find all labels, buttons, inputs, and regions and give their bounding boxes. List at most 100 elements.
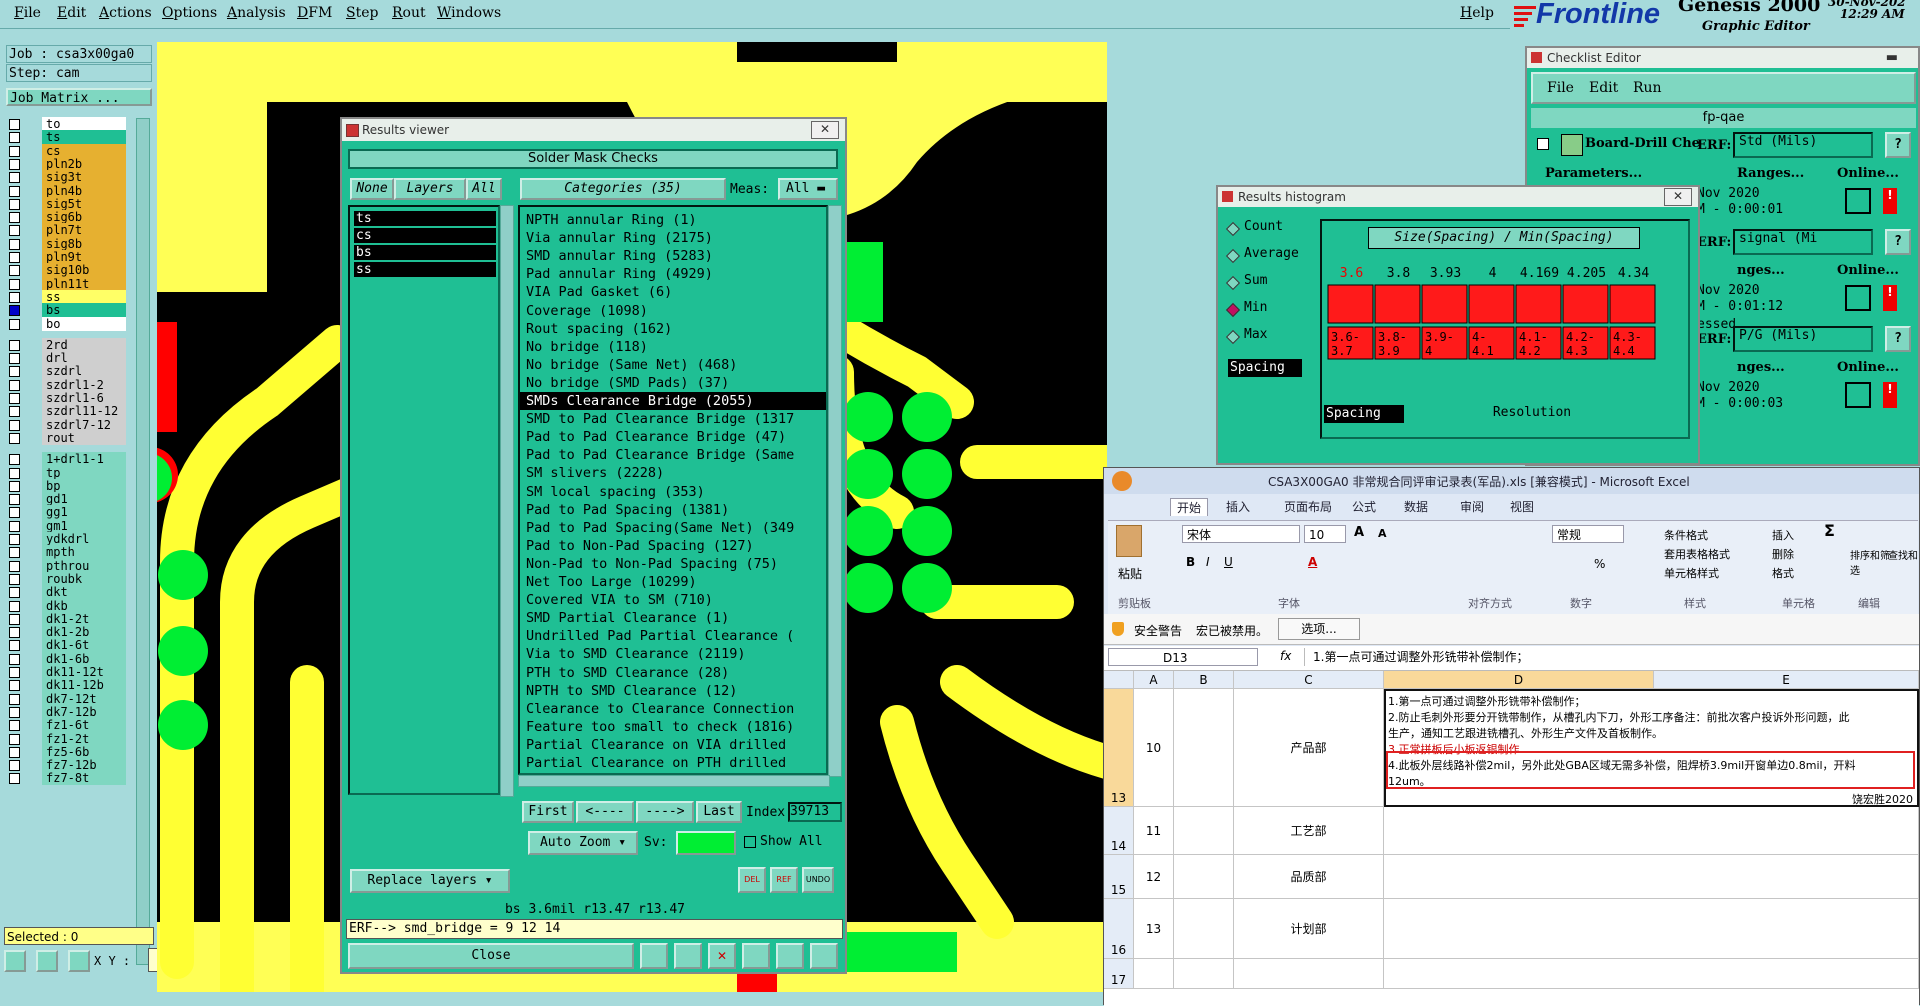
layer-name[interactable]: szdrl	[42, 364, 126, 379]
next-button[interactable]: ---->	[636, 801, 694, 823]
shrink-font-icon[interactable]: A	[1378, 527, 1387, 540]
layer-name[interactable]: dk11-12t	[42, 665, 126, 679]
layer-checkbox[interactable]	[9, 733, 20, 745]
layer-name[interactable]: 2rd	[42, 337, 126, 352]
category-item[interactable]: Via annular Ring (2175)	[520, 229, 713, 247]
sort-filter-button[interactable]: 排序和筛选	[1850, 547, 1890, 577]
cell-c[interactable]: 产品部	[1234, 689, 1384, 807]
layer-checkbox[interactable]	[9, 547, 20, 559]
layer-checkbox[interactable]	[9, 507, 20, 519]
histogram-bar[interactable]	[1562, 284, 1609, 324]
layer-checkbox[interactable]	[9, 291, 20, 303]
layer-checkbox[interactable]	[9, 278, 20, 290]
menu-analysis[interactable]: Analysis	[227, 5, 286, 21]
drill-icon[interactable]	[1561, 134, 1583, 156]
find-select-button[interactable]: 查找和选择	[1888, 547, 1918, 562]
ribbon-tab[interactable]: 页面布局	[1284, 498, 1332, 515]
layer-checkbox[interactable]	[9, 613, 20, 625]
cell-a[interactable]: 11	[1134, 807, 1174, 855]
close-icon[interactable]: ✕	[1664, 188, 1692, 206]
layer-name[interactable]: to	[42, 117, 126, 131]
layer-name[interactable]: tp	[42, 465, 126, 480]
zoom-icon[interactable]	[1845, 382, 1871, 408]
all-button[interactable]: All	[466, 178, 502, 200]
layer-checkbox[interactable]	[9, 627, 20, 639]
cell-d[interactable]	[1384, 959, 1919, 989]
layer-name[interactable]: gm1	[42, 518, 126, 533]
checklist-menu-file[interactable]: File	[1547, 80, 1574, 96]
erf-select[interactable]: signal (Mi	[1733, 229, 1873, 255]
layer-checkbox[interactable]	[9, 406, 20, 418]
histogram-bar[interactable]	[1609, 284, 1656, 324]
insert-cells-button[interactable]: 插入	[1772, 527, 1794, 543]
categories-button[interactable]: Categories (35)	[520, 178, 726, 200]
layer-checkbox[interactable]	[9, 587, 20, 599]
layer-name[interactable]: dkb	[42, 598, 126, 613]
layer-checkbox[interactable]	[9, 693, 20, 705]
layer-name[interactable]: szdrl1-2	[42, 377, 126, 392]
zoom-icon[interactable]	[1845, 188, 1871, 214]
row-header[interactable]: 14	[1104, 807, 1134, 855]
layer-checkbox[interactable]	[9, 494, 20, 506]
category-item[interactable]: Rout spacing (162)	[520, 320, 672, 338]
layer-checkbox[interactable]	[9, 265, 20, 277]
column-header[interactable]: D	[1384, 671, 1654, 689]
online-button[interactable]: Online...	[1837, 166, 1899, 181]
category-item[interactable]: SMD to Pad Clearance Bridge (1317	[520, 410, 794, 428]
fx-icon[interactable]: fx	[1280, 649, 1291, 663]
sv-color-select[interactable]	[676, 831, 736, 855]
cell-d[interactable]	[1384, 855, 1919, 899]
index-input[interactable]: 39713	[788, 802, 842, 822]
category-item[interactable]: SM slivers (2228)	[520, 464, 664, 482]
ribbon-tab[interactable]: 视图	[1510, 498, 1534, 515]
layer-name[interactable]: ss	[42, 289, 126, 304]
layer-checkbox[interactable]	[9, 560, 20, 572]
job-matrix-button[interactable]: Job Matrix ...	[6, 88, 152, 106]
layer-name[interactable]: fz5-6b	[42, 744, 126, 759]
layer-name[interactable]: gg1	[42, 505, 126, 520]
step-icon[interactable]	[742, 943, 770, 969]
help-button[interactable]: ?	[1885, 229, 1911, 255]
undo-icon[interactable]: UNDO	[802, 867, 834, 893]
help-button[interactable]: ?	[1885, 326, 1911, 352]
layer-checkbox[interactable]	[9, 305, 20, 317]
category-item[interactable]: PTH to SMD Clearance (28)	[520, 664, 729, 682]
layer-name[interactable]: roubk	[42, 571, 126, 586]
layer-name[interactable]: bo	[42, 316, 126, 331]
paste-icon[interactable]	[1116, 525, 1142, 557]
cell-d[interactable]: 1.第一点可通过调整外形铣带补偿制作； 2.防止毛刺外形要分开铣带制作，从槽孔内下…	[1384, 689, 1919, 807]
results-viewer-titlebar[interactable]: Results viewer ✕	[342, 119, 845, 141]
delete-icon[interactable]: DEL	[738, 867, 766, 893]
excel-titlebar[interactable]: CSA3X00GA0 非常规合同评审记录表(军品).xls [兼容模式] - M…	[1104, 468, 1919, 494]
checklist-action-label[interactable]: Board-Drill Che	[1585, 136, 1700, 151]
layer-checkbox[interactable]	[9, 353, 20, 365]
layer-name[interactable]: gd1	[42, 492, 126, 507]
category-item[interactable]: SMD Partial Clearance (1)	[520, 609, 729, 627]
layer-name[interactable]: sig3t	[42, 170, 126, 185]
layer-checkbox[interactable]	[9, 432, 20, 444]
layer-checkbox[interactable]	[9, 534, 20, 545]
layer-checkbox[interactable]	[9, 339, 20, 351]
row-header[interactable]: 13	[1104, 689, 1134, 807]
layer-name[interactable]: bp	[42, 478, 126, 493]
histogram-option[interactable]: Min	[1225, 300, 1326, 320]
radio-icon[interactable]	[1225, 302, 1241, 318]
row-header[interactable]: 16	[1104, 899, 1134, 959]
erf-select[interactable]: P/G (Mils)	[1733, 326, 1873, 352]
category-item[interactable]: Covered VIA to SM (710)	[520, 591, 713, 609]
ribbon-tab[interactable]: 插入	[1226, 498, 1250, 515]
auto-zoom-select[interactable]: Auto Zoom ▾	[528, 831, 638, 855]
bold-icon[interactable]: B	[1186, 555, 1195, 569]
parameters-button[interactable]: Parameters...	[1545, 166, 1642, 181]
histogram-option[interactable]: Average	[1225, 246, 1326, 266]
online-button[interactable]: Online...	[1837, 263, 1899, 278]
menu-rout[interactable]: Rout	[392, 5, 426, 21]
spreadsheet-grid[interactable]: A B C D E 13 10 产品部 1.第一点可通过调整外形铣带补偿制作； 2.防止毛刺外形要…	[1104, 671, 1919, 1006]
font-color-icon[interactable]: A	[1308, 555, 1317, 569]
cell-b[interactable]	[1174, 807, 1234, 855]
layer-name[interactable]: pln11t	[42, 276, 126, 291]
layer-checkbox[interactable]	[9, 720, 20, 732]
show-all-checkbox[interactable]	[744, 836, 756, 848]
menu-help[interactable]: Help	[1460, 5, 1494, 21]
cross-icon[interactable]: ✕	[708, 943, 736, 969]
